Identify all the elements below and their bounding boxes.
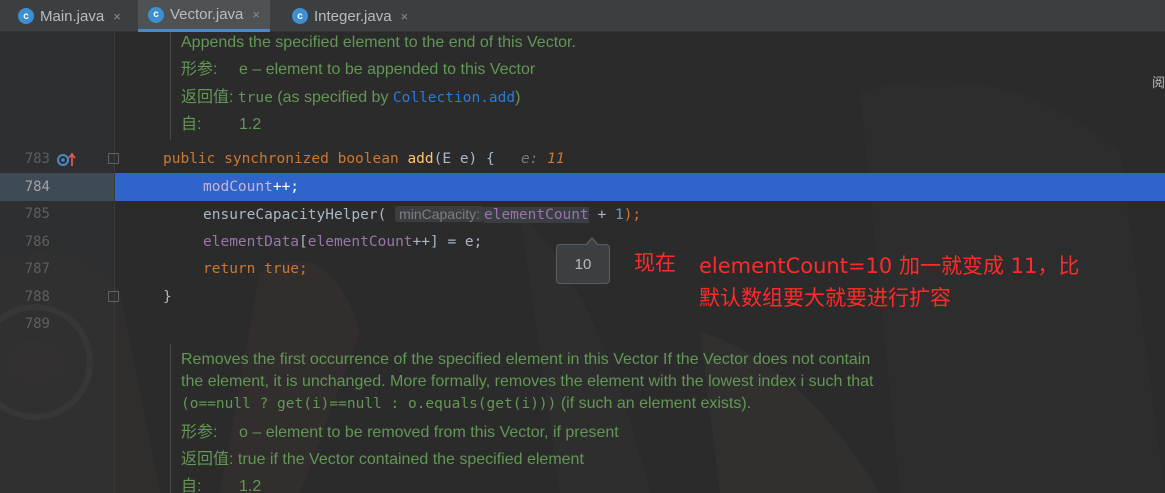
- method-call: ensureCapacityHelper(: [203, 207, 387, 223]
- doc-since-label: 自:: [181, 116, 202, 133]
- method-name: add: [407, 151, 434, 167]
- doc-params: 形参: e – element to be appended to this Ve…: [181, 56, 535, 83]
- java-class-icon: c: [148, 6, 164, 23]
- code-line-788: }: [163, 289, 172, 305]
- doc-since: 自: 1.2: [181, 111, 261, 138]
- code-params: (E e) {: [433, 151, 495, 167]
- doc-params-text: e – element to be appended to this Vecto…: [239, 61, 536, 78]
- java-class-icon: c: [18, 8, 34, 24]
- doc-returns-text: true if the Vector contained the specifi…: [237, 451, 584, 468]
- code-line-785: ensureCapacityHelper( minCapacity: elemen…: [203, 201, 641, 229]
- reader-mode-label[interactable]: 阅: [1152, 72, 1165, 91]
- line-number: 783: [24, 151, 50, 167]
- code-line-787: return true;: [203, 261, 308, 277]
- inline-debug-number: 11: [547, 151, 565, 167]
- doc-description-text: (if such an element exists).: [556, 395, 752, 412]
- field-elementcount: elementCount: [307, 234, 413, 250]
- line-number: 789: [24, 316, 50, 332]
- annotation-text: elementCount=10 加一就变成 11，比: [699, 254, 1080, 278]
- doc-params-text: o – element to be removed from this Vect…: [239, 424, 619, 441]
- fold-marker-icon[interactable]: [108, 291, 119, 302]
- doc-returns-link[interactable]: Collection.add: [393, 90, 515, 106]
- code-line-784: modCount++;: [203, 174, 299, 201]
- value-tooltip: 10: [556, 237, 610, 284]
- line-number: 786: [24, 234, 50, 250]
- doc-code: (o==null ? get(i)==null : o.equals(get(i…: [181, 396, 557, 412]
- doc-params-label: 形参:: [181, 424, 218, 441]
- override-method-icon[interactable]: [57, 152, 77, 168]
- code-operator: +: [588, 207, 615, 223]
- doc-returns-label: 返回值:: [181, 451, 234, 468]
- inline-debug-value: e: 11: [521, 151, 565, 167]
- code-bracket: [: [299, 234, 308, 250]
- code-text: ++;: [272, 179, 300, 195]
- tab-main-java[interactable]: c Main.java ×: [18, 0, 121, 32]
- tab-integer-java[interactable]: c Integer.java ×: [292, 0, 408, 32]
- line-number: 787: [24, 261, 50, 277]
- doc-since-text: 1.2: [239, 116, 262, 133]
- doc-returns-close: ): [515, 89, 521, 106]
- doc-returns-text: (as specified by: [272, 89, 393, 106]
- doc-returns-value: true: [237, 90, 273, 106]
- annotation-text: 现在: [634, 251, 676, 275]
- code-text: ++] = e;: [412, 234, 483, 250]
- doc-params-label: 形参:: [181, 61, 218, 78]
- doc-since: 自: 1.2: [181, 473, 261, 493]
- editor-tab-bar: c Main.java × c Vector.java × c Integer.…: [0, 0, 1165, 32]
- parameter-hint: minCapacity:: [395, 206, 484, 222]
- line-number: 784: [24, 179, 50, 195]
- code-keywords: public synchronized boolean: [163, 151, 408, 167]
- line-number: 788: [24, 289, 50, 305]
- field-elementcount[interactable]: elementCount: [483, 207, 589, 223]
- gutter-separator: [114, 32, 115, 493]
- field-modcount: modCount: [203, 179, 273, 195]
- java-class-icon: c: [292, 8, 308, 24]
- doc-returns: 返回值: true if the Vector contained the sp…: [181, 446, 584, 473]
- close-icon[interactable]: ×: [113, 9, 121, 24]
- doc-description: Appends the specified element to the end…: [181, 34, 576, 51]
- doc-returns-label: 返回值:: [181, 89, 234, 106]
- close-icon[interactable]: ×: [252, 7, 260, 22]
- javadoc-add: Appends the specified element to the end…: [170, 32, 970, 140]
- tab-label: Integer.java: [314, 7, 392, 25]
- tab-label: Main.java: [40, 7, 105, 25]
- code-editor[interactable]: Appends the specified element to the end…: [0, 32, 1165, 493]
- annotation-text: 默认数组要大就要进行扩容: [699, 286, 951, 310]
- tab-label: Vector.java: [170, 6, 244, 23]
- doc-since-text: 1.2: [239, 478, 262, 493]
- code-line-783: public synchronized boolean add(E e) { e…: [163, 146, 565, 173]
- line-number: 785: [24, 206, 50, 222]
- fold-marker-icon[interactable]: [108, 153, 119, 164]
- code-line-786: elementData[elementCount++] = e;: [203, 229, 482, 256]
- doc-description: (o==null ? get(i)==null : o.equals(get(i…: [181, 390, 751, 417]
- javadoc-remove: Removes the first occurrence of the spec…: [170, 344, 970, 493]
- field-elementdata: elementData: [203, 234, 300, 250]
- doc-params: 形参: o – element to be removed from this V…: [181, 419, 619, 446]
- inline-debug-label: e:: [520, 151, 548, 167]
- tab-vector-java[interactable]: c Vector.java ×: [138, 0, 270, 32]
- doc-since-label: 自:: [181, 478, 202, 493]
- number-literal: 1: [614, 207, 624, 223]
- close-icon[interactable]: ×: [401, 9, 409, 24]
- code-punct: );: [623, 207, 642, 223]
- doc-returns: 返回值: true (as specified by Collection.ad…: [181, 84, 520, 111]
